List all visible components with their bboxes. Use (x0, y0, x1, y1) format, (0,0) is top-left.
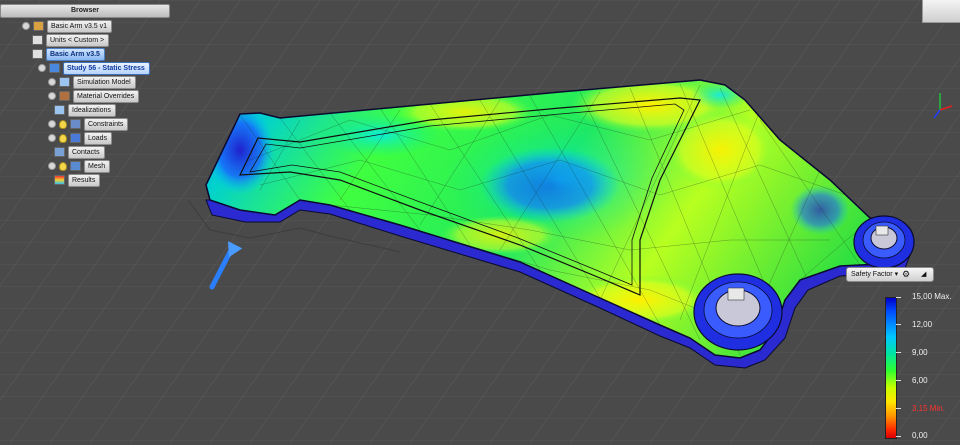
legend-tick (896, 436, 901, 437)
document-icon (33, 21, 44, 32)
legend-value: 12,00 (912, 320, 933, 329)
results-icon (54, 175, 65, 186)
pin-icon[interactable]: ◢ (921, 268, 926, 281)
tree-node-contacts[interactable]: Contacts (54, 146, 105, 159)
tree-node-units[interactable]: Units < Custom > (32, 34, 110, 47)
legend-value: 6,00 (912, 376, 928, 385)
study-icon (49, 63, 60, 74)
legend-value: 0,00 (912, 431, 928, 440)
tree-node-component[interactable]: Basic Arm v3.5 (32, 48, 105, 61)
idealization-icon (54, 105, 65, 116)
legend-tick (896, 324, 901, 325)
constraint-icon (70, 119, 81, 130)
tree-node-study[interactable]: Study 56 - Static Stress (38, 62, 150, 75)
tree-node-results[interactable]: Results (54, 174, 101, 187)
boss-right (853, 215, 915, 269)
lightbulb-icon[interactable] (59, 119, 67, 129)
mesh-icon (70, 161, 81, 172)
tree-node-mesh[interactable]: Mesh (48, 160, 111, 173)
tree-node-material-overrides[interactable]: Material Overrides (48, 90, 140, 103)
browser-title: Browser (0, 4, 170, 18)
simulation-model-icon (59, 77, 70, 88)
component-icon (32, 49, 43, 60)
browser-panel: Browser Basic Arm v3.5 v1 Units < Custom… (0, 0, 180, 200)
tree-node-simulation-model[interactable]: Simulation Model (48, 76, 136, 89)
boss-left (693, 273, 783, 351)
expand-icon[interactable] (48, 78, 56, 87)
legend-value-min: 3,15 Min. (912, 404, 945, 413)
contact-icon (54, 147, 65, 158)
load-icon (70, 133, 81, 144)
radio-icon[interactable] (38, 64, 46, 73)
legend-tick (896, 380, 901, 381)
expand-icon[interactable] (48, 120, 56, 129)
lightbulb-icon[interactable] (59, 161, 67, 171)
units-icon (32, 35, 43, 46)
result-type-label: Safety Factor ▾ (851, 271, 899, 278)
tree-node-constraints[interactable]: Constraints (48, 118, 129, 131)
tree-node-loads[interactable]: Loads (48, 132, 113, 145)
legend-color-bar[interactable] (885, 297, 897, 439)
gear-icon[interactable]: ⚙ (902, 268, 910, 281)
expand-icon[interactable] (48, 162, 56, 171)
viewcube-icon[interactable] (922, 0, 960, 23)
lightbulb-icon[interactable] (59, 133, 67, 143)
visibility-toggle-icon[interactable] (22, 22, 30, 31)
tree-node-idealizations[interactable]: Idealizations (54, 104, 116, 117)
legend-tick (896, 297, 901, 298)
legend-value: 9,00 (912, 348, 928, 357)
tree-node-document[interactable]: Basic Arm v3.5 v1 (22, 20, 113, 33)
legend-tick (896, 352, 901, 353)
material-icon (59, 91, 70, 102)
legend-value-max: 15,00 Max. (912, 292, 952, 301)
expand-icon[interactable] (48, 92, 56, 101)
legend-tick (896, 408, 901, 409)
result-type-dropdown[interactable]: Safety Factor ▾ ⚙ ◢ (846, 267, 934, 282)
expand-icon[interactable] (48, 134, 56, 143)
